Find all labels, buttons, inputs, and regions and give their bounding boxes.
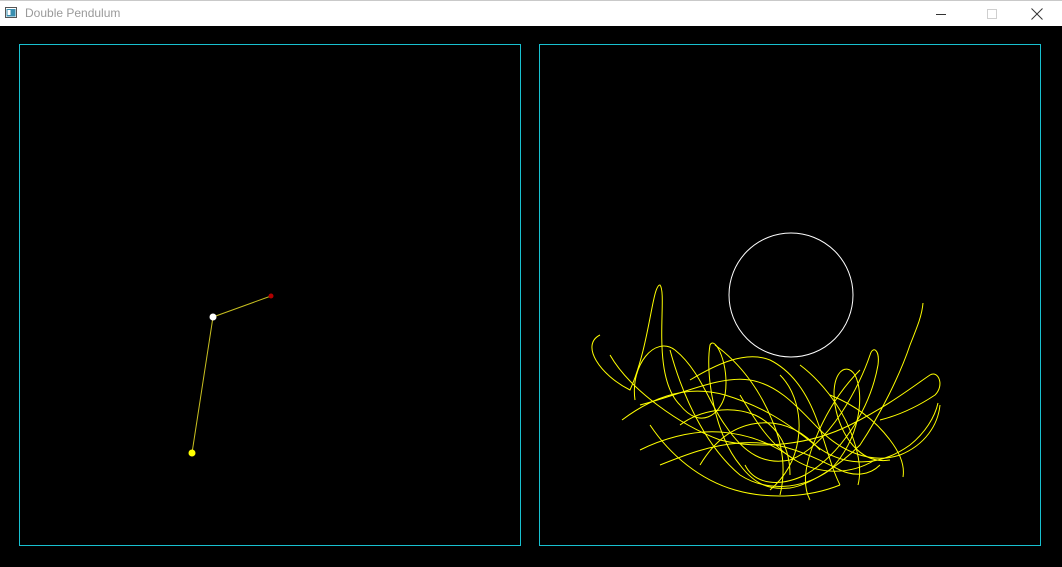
lower-rod bbox=[212, 295, 272, 318]
bob-two bbox=[268, 293, 274, 299]
close-icon bbox=[1031, 8, 1043, 20]
client-area bbox=[0, 26, 1062, 567]
maximize-button[interactable] bbox=[969, 1, 1015, 27]
pivot-dot bbox=[209, 313, 217, 321]
trace-panel bbox=[539, 44, 1041, 546]
close-button[interactable] bbox=[1014, 1, 1060, 27]
minimize-button[interactable] bbox=[918, 1, 964, 27]
bob-one bbox=[188, 449, 196, 457]
pendulum-canvas bbox=[188, 293, 274, 457]
trace-canvas bbox=[591, 232, 941, 501]
trajectory-trace bbox=[591, 284, 941, 501]
minimize-icon bbox=[935, 13, 946, 15]
window-title: Double Pendulum bbox=[25, 6, 121, 20]
app-icon[interactable] bbox=[5, 7, 17, 18]
maximize-icon bbox=[986, 8, 997, 19]
reference-ring bbox=[728, 232, 854, 358]
title-bar[interactable]: Double Pendulum bbox=[0, 0, 1062, 26]
pendulum-panel bbox=[19, 44, 521, 546]
upper-rod bbox=[191, 316, 214, 454]
